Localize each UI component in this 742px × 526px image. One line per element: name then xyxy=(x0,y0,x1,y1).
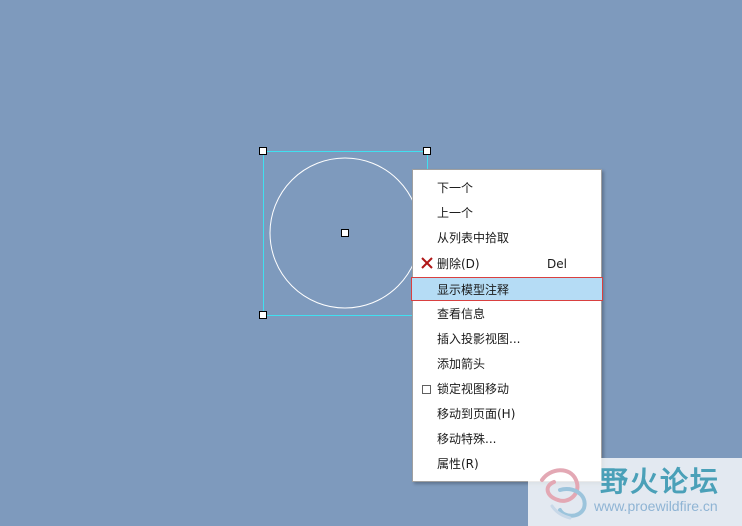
corner-handle-top-right[interactable] xyxy=(423,147,431,155)
menu-item-label: 插入投影视图... xyxy=(437,332,521,346)
context-menu: 下一个 上一个 从列表中拾取 删除(D) Del 显示模型注释 查看信息 插入投… xyxy=(411,169,603,482)
forum-watermark: 野火论坛 www.proewildfire.cn xyxy=(528,458,742,526)
menu-item-label: 属性(R) xyxy=(437,457,479,471)
menu-item-add-arrow[interactable]: 添加箭头 xyxy=(413,352,601,376)
menu-item-label: 添加箭头 xyxy=(437,357,486,371)
menu-item-label: 上一个 xyxy=(437,206,474,220)
menu-item-previous[interactable]: 上一个 xyxy=(413,201,601,225)
watermark-title: 野火论坛 xyxy=(600,465,721,498)
drawing-canvas[interactable] xyxy=(0,0,742,526)
menu-item-delete[interactable]: 删除(D) Del xyxy=(413,252,601,276)
menu-item-label: 查看信息 xyxy=(437,307,486,321)
menu-item-move-to-page[interactable]: 移动到页面(H) xyxy=(413,402,601,426)
flame-logo-icon xyxy=(540,468,587,520)
watermark-url: www.proewildfire.cn xyxy=(594,498,718,514)
menu-item-label: 删除(D) xyxy=(437,257,480,271)
drawing-view xyxy=(259,147,431,319)
menu-item-pick-from-list[interactable]: 从列表中拾取 xyxy=(413,226,601,250)
delete-x-icon xyxy=(419,252,433,276)
corner-handle-top-left[interactable] xyxy=(259,147,267,155)
menu-item-label: 移动到页面(H) xyxy=(437,407,516,421)
checkbox-icon[interactable] xyxy=(419,377,433,401)
center-handle[interactable] xyxy=(341,229,349,237)
menu-item-next[interactable]: 下一个 xyxy=(413,176,601,200)
menu-item-label: 锁定视图移动 xyxy=(437,382,510,396)
menu-item-shortcut: Del xyxy=(547,257,567,271)
menu-item-show-model-annotations[interactable]: 显示模型注释 xyxy=(411,277,603,301)
menu-item-lock-view-movement[interactable]: 锁定视图移动 xyxy=(413,377,601,401)
menu-item-label: 显示模型注释 xyxy=(437,283,510,297)
menu-item-label: 下一个 xyxy=(437,181,474,195)
menu-item-view-info[interactable]: 查看信息 xyxy=(413,302,601,326)
menu-item-insert-projection-view[interactable]: 插入投影视图... xyxy=(413,327,601,351)
menu-item-label: 从列表中拾取 xyxy=(437,231,510,245)
corner-handle-bottom-left[interactable] xyxy=(259,311,267,319)
menu-item-move-special[interactable]: 移动特殊... xyxy=(413,427,601,451)
menu-item-label: 移动特殊... xyxy=(437,432,497,446)
